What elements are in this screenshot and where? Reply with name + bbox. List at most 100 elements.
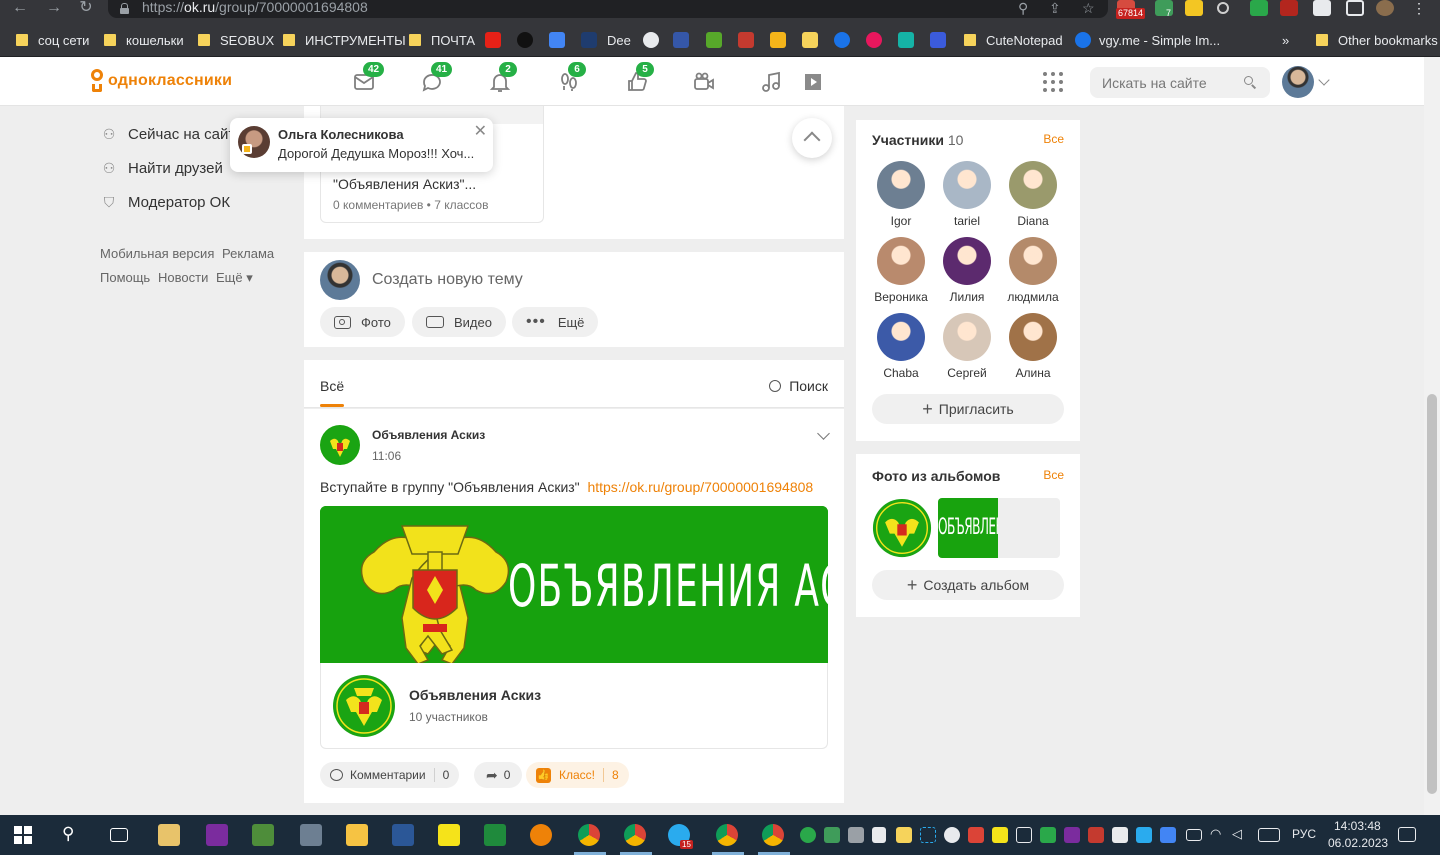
tray-screenshot-icon[interactable] [920, 827, 936, 843]
bookmark-link[interactable] [834, 31, 850, 49]
forward-icon[interactable]: → [42, 0, 66, 18]
guests-button[interactable]: 6 [555, 62, 586, 96]
group-avatar[interactable] [320, 425, 360, 465]
post-menu-chevron-icon[interactable] [817, 427, 830, 440]
tray-check-icon[interactable] [992, 827, 1008, 843]
tray-window-icon[interactable] [1016, 827, 1032, 843]
help-link[interactable]: Помощь [100, 270, 150, 285]
bookmarks-overflow-button[interactable]: » [1282, 31, 1289, 49]
address-url[interactable]: https://ok.ru/group/70000001694808 [142, 0, 368, 15]
bookmark-link[interactable] [706, 31, 722, 49]
wifi-icon[interactable]: ◠ [1210, 826, 1232, 848]
photo-button[interactable]: Фото [320, 307, 405, 337]
chrome-icon[interactable] [762, 824, 784, 846]
notification-center-icon[interactable] [1398, 827, 1416, 842]
video-button-composer[interactable]: Видео [412, 307, 506, 337]
members-all-link[interactable]: Все [1043, 132, 1064, 146]
task-view-icon[interactable] [110, 828, 128, 842]
bookmark-folder[interactable]: кошельки [104, 31, 184, 49]
notification-toast[interactable]: Ольга Колесникова Дорогой Дедушка Мороз!… [230, 118, 493, 172]
address-bar[interactable]: https://ok.ru/group/70000001694808 ⚲ ⇪ ☆ [108, 0, 1108, 18]
share-button[interactable]: ➦ 0 [474, 762, 523, 788]
member-item[interactable]: Diana [1000, 161, 1066, 228]
tray-app-icon[interactable] [1160, 827, 1176, 843]
lock-icon[interactable] [120, 3, 129, 14]
bookmark-link[interactable] [802, 31, 818, 49]
chart-app-icon[interactable] [252, 824, 274, 846]
post-link[interactable]: https://ok.ru/group/70000001694808 [587, 479, 813, 495]
search-icon[interactable]: ⚲ [62, 824, 84, 846]
explorer-icon[interactable] [346, 824, 368, 846]
bookmark-dee[interactable]: Dee [581, 31, 631, 49]
bulb-extension-icon[interactable] [1185, 0, 1203, 16]
tray-file-icon[interactable] [872, 827, 886, 843]
tray-app-icon[interactable] [1112, 827, 1128, 843]
puzzle-extension-icon[interactable] [1313, 0, 1331, 16]
file-manager-icon[interactable] [158, 824, 180, 846]
ok-logo[interactable]: одноклассники [90, 69, 232, 93]
klass-button[interactable]: 👍 Класс! 8 [526, 762, 629, 788]
page-scrollbar[interactable] [1424, 57, 1440, 815]
create-album-button[interactable]: + Создать альбом [872, 570, 1064, 600]
video-camera-button[interactable] [690, 68, 718, 96]
bookmark-link[interactable] [517, 31, 533, 49]
bookmark-folder[interactable]: SEOBUX [198, 31, 274, 49]
member-name[interactable]: Лилия [934, 290, 1000, 304]
post-author[interactable]: Объявления Аскиз [372, 428, 485, 442]
pin-extension-icon[interactable] [1217, 2, 1229, 14]
bookmark-link[interactable] [930, 31, 946, 49]
member-name[interactable]: tariel [934, 214, 1000, 228]
member-name[interactable]: людмила [1000, 290, 1066, 304]
zoom-icon[interactable]: ⚲ [1018, 0, 1028, 16]
tray-note-icon[interactable] [896, 827, 912, 843]
tray-app-icon[interactable] [1040, 827, 1056, 843]
left-menu-find-friends[interactable]: ⚇ Найти друзей [100, 159, 223, 177]
h-extension-icon[interactable] [1280, 0, 1298, 16]
tray-fx-icon[interactable] [1136, 827, 1152, 843]
member-item[interactable]: Вероника [868, 237, 934, 304]
tray-app-icon[interactable] [1088, 827, 1104, 843]
app-icon[interactable] [300, 824, 322, 846]
post-time[interactable]: 11:06 [372, 449, 401, 463]
site-search-input[interactable] [1090, 67, 1230, 98]
user-avatar[interactable] [1282, 66, 1314, 98]
more-links-button[interactable]: Ещё ▾ [216, 270, 253, 286]
left-menu-moderator[interactable]: ⛉ Модератор ОК [100, 193, 230, 211]
youtube-bookmark[interactable] [485, 31, 501, 49]
left-menu-online-now[interactable]: ⚇ Сейчас на сайте [100, 125, 244, 143]
tray-onenote-icon[interactable] [1064, 827, 1080, 843]
apps-grid-icon[interactable] [1043, 72, 1063, 92]
ok-taskbar-icon[interactable] [530, 824, 552, 846]
member-name[interactable]: Сергей [934, 366, 1000, 380]
notifications-button[interactable]: 2 [486, 62, 517, 96]
album-photo-logo[interactable] [872, 498, 932, 558]
feed-search-button[interactable]: Поиск [769, 378, 828, 394]
album-photo-banner[interactable]: ОБЪЯВЛЕН [938, 498, 1060, 558]
tray-skype-icon[interactable] [944, 827, 960, 843]
albums-all-link[interactable]: Все [1043, 468, 1064, 482]
member-item[interactable]: Сергей [934, 313, 1000, 380]
language-indicator[interactable]: РУС [1292, 827, 1316, 841]
bookmark-link[interactable] [549, 31, 565, 49]
bookmark-link[interactable] [898, 31, 914, 49]
invite-button[interactable]: + Пригласить [872, 394, 1064, 424]
discussions-button[interactable]: 41 [418, 62, 453, 96]
member-name[interactable]: Алина [1000, 366, 1066, 380]
new-topic-input[interactable]: Создать новую тему [372, 271, 523, 289]
chrome-icon[interactable] [716, 824, 738, 846]
tray-app-icon[interactable] [800, 827, 816, 843]
member-item[interactable]: Алина [1000, 313, 1066, 380]
comments-button[interactable]: Комментарии 0 [320, 762, 460, 788]
sidepanel-icon[interactable] [1346, 0, 1364, 16]
tray-monitor-icon[interactable] [848, 827, 864, 843]
chrome-icon[interactable] [624, 824, 646, 846]
group-share-block[interactable]: Объявления Аскиз 10 участников [320, 663, 828, 749]
member-item[interactable]: людмила [1000, 237, 1066, 304]
scroll-up-button[interactable] [792, 118, 832, 158]
bookmark-link[interactable] [643, 31, 659, 49]
menu-kebab-icon[interactable]: ⋮ [1410, 0, 1428, 16]
bookmark-folder[interactable]: соц сети [16, 31, 89, 49]
onenote-icon[interactable] [206, 824, 228, 846]
battery-icon[interactable] [1186, 829, 1202, 841]
more-button[interactable]: ••• Ещё [512, 307, 599, 337]
